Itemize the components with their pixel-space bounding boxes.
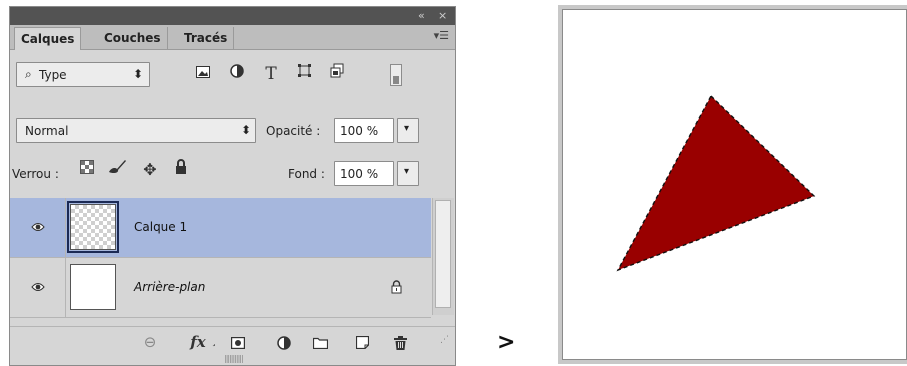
- type-filter-icon[interactable]: T: [262, 62, 280, 86]
- filter-icon-row: T: [10, 62, 455, 86]
- layer-thumbnail: [67, 201, 119, 253]
- tab-traces[interactable]: Tracés: [178, 27, 235, 49]
- padlock-icon: [391, 258, 402, 316]
- add-mask-icon[interactable]: [226, 327, 250, 357]
- lock-brush-icon[interactable]: [106, 158, 128, 182]
- adjustment-layer-icon[interactable]: [272, 327, 296, 357]
- panel-titlebar: « ×: [10, 7, 455, 25]
- collapse-icon[interactable]: «: [418, 9, 425, 23]
- resize-grip-icon[interactable]: ⋰: [440, 335, 449, 345]
- opacity-label: Opacité :: [266, 124, 321, 138]
- image-filter-icon[interactable]: [194, 62, 212, 86]
- document-canvas[interactable]: [562, 9, 907, 360]
- layer-name[interactable]: Arrière-plan: [134, 258, 205, 316]
- fill-value: 100 %: [340, 167, 379, 181]
- stepper-icon: ⬍: [241, 123, 252, 137]
- delete-icon[interactable]: [388, 327, 412, 357]
- layers-bottom-bar: ⊖ fx ¸ ⋰: [10, 326, 455, 357]
- layer-thumbnail: [70, 264, 116, 310]
- opacity-value: 100 %: [340, 124, 379, 138]
- panel-tabs: Calques Couches Tracés ▾☰: [10, 25, 455, 50]
- opacity-dropdown-button[interactable]: ▾: [397, 118, 419, 143]
- fx-dropdown-icon[interactable]: ¸: [202, 327, 226, 357]
- blend-mode-select[interactable]: Normal ⬍: [16, 118, 256, 143]
- scrollbar-thumb[interactable]: [435, 200, 451, 308]
- layer-row-arriere-plan[interactable]: Arrière-plan: [10, 258, 431, 318]
- panel-menu-icon[interactable]: ▾☰: [434, 29, 449, 42]
- red-triangle-shape: [616, 94, 816, 272]
- close-icon[interactable]: ×: [438, 9, 447, 23]
- layer-name[interactable]: Calque 1: [134, 198, 187, 256]
- layers-panel: « × Calques Couches Tracés ▾☰ ⌕ Type ⬍ T…: [9, 6, 456, 366]
- smart-object-filter-icon[interactable]: [328, 62, 346, 86]
- lock-transparent-icon[interactable]: [78, 158, 96, 182]
- chevron-down-icon: ▾: [404, 166, 410, 177]
- shape-filter-icon[interactable]: [294, 62, 314, 86]
- canvas-artwork: [616, 94, 816, 272]
- link-layers-icon[interactable]: ⊖: [138, 327, 162, 357]
- lock-label: Verrou :: [12, 167, 59, 181]
- panel-drag-handle[interactable]: |||||||||||: [224, 354, 244, 363]
- tab-calques[interactable]: Calques: [14, 27, 82, 50]
- lock-move-icon[interactable]: ✥: [140, 158, 160, 182]
- result-separator: >: [497, 330, 516, 355]
- chevron-down-icon: ▾: [404, 123, 410, 134]
- filter-toggle-icon[interactable]: [390, 64, 402, 86]
- blend-mode-value: Normal: [25, 124, 69, 138]
- tab-couches[interactable]: Couches: [98, 27, 168, 49]
- fill-dropdown-button[interactable]: ▾: [397, 161, 419, 186]
- new-layer-icon[interactable]: [350, 327, 374, 357]
- visibility-eye-icon[interactable]: [10, 198, 66, 257]
- new-group-icon[interactable]: [308, 327, 332, 357]
- fill-label: Fond :: [288, 167, 325, 181]
- opacity-input[interactable]: 100 %: [334, 118, 394, 143]
- visibility-eye-icon[interactable]: [10, 258, 66, 317]
- adjustment-filter-icon[interactable]: [228, 62, 246, 86]
- lock-all-icon[interactable]: [172, 158, 190, 182]
- layer-row-calque-1[interactable]: Calque 1: [10, 198, 431, 258]
- fill-input[interactable]: 100 %: [334, 161, 394, 186]
